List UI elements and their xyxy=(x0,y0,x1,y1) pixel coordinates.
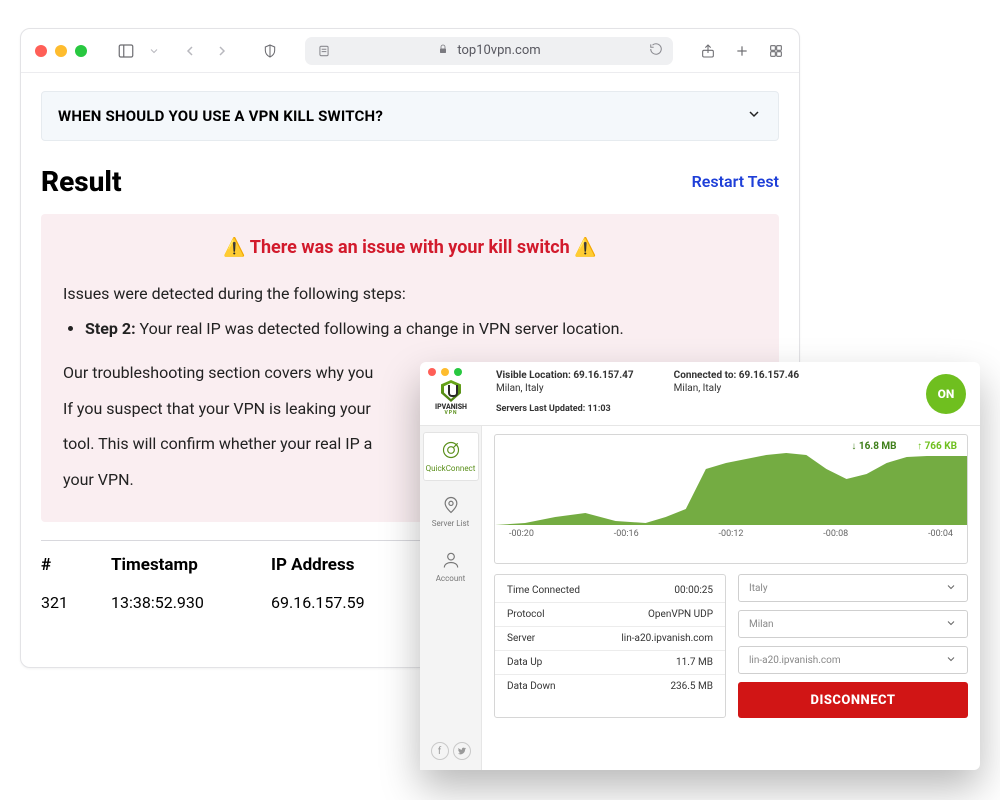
maximize-window-button[interactable] xyxy=(75,45,87,57)
sidebar-toggle-icon[interactable] xyxy=(117,42,135,60)
sidebar-item-account[interactable]: Account xyxy=(423,542,479,591)
safari-toolbar: top10vpn.com xyxy=(21,29,799,73)
chevron-down-icon xyxy=(945,581,957,596)
connected-to-label: Connected to: 69.16.157.46 xyxy=(674,370,799,381)
forward-button[interactable] xyxy=(213,42,231,60)
connected-to-city: Milan, Italy xyxy=(674,383,799,394)
back-button[interactable] xyxy=(181,42,199,60)
sidebar-item-label: Account xyxy=(436,574,466,583)
sidebar-item-label: Server List xyxy=(432,519,470,528)
country-select[interactable]: Italy xyxy=(738,574,968,602)
result-heading: Result xyxy=(41,165,122,198)
stats-row: Data Up11.7 MB xyxy=(495,650,725,674)
social-links: f xyxy=(431,742,471,770)
tab-group-chevron-icon[interactable] xyxy=(145,42,163,60)
sidebar-item-quickconnect[interactable]: QuickConnect xyxy=(423,432,479,481)
alert-issue-item: Step 2: Your real IP was detected follow… xyxy=(85,316,757,342)
visible-location-label: Visible Location: 69.16.157.47 xyxy=(496,370,634,381)
reader-mode-icon[interactable] xyxy=(315,42,333,60)
app-maximize-button[interactable] xyxy=(454,368,462,376)
stats-row: Data Down236.5 MB xyxy=(495,674,725,698)
lock-icon xyxy=(437,43,449,59)
restart-test-link[interactable]: Restart Test xyxy=(692,172,779,191)
connection-stats: Time Connected00:00:25 ProtocolOpenVPN U… xyxy=(494,574,726,718)
share-icon[interactable] xyxy=(699,42,717,60)
privacy-shield-icon[interactable] xyxy=(261,42,279,60)
server-select[interactable]: lin-a20.ipvanish.com xyxy=(738,646,968,674)
tab-overview-icon[interactable] xyxy=(767,42,785,60)
visible-location-city: Milan, Italy xyxy=(496,383,634,394)
chevron-down-icon xyxy=(945,617,957,632)
brand-logo: IPVANISH VPN xyxy=(435,380,467,416)
app-window-controls xyxy=(420,368,462,376)
throughput-chart: ↓ 16.8 MB ↑ 766 KB -00:20 -00:16 -00:12 … xyxy=(494,434,968,564)
alert-issues-intro: Issues were detected during the followin… xyxy=(63,281,757,307)
chevron-down-icon xyxy=(746,106,762,126)
sidebar-item-label: QuickConnect xyxy=(426,464,476,473)
window-controls xyxy=(35,45,87,57)
cell-timestamp: 13:38:52.930 xyxy=(111,593,271,612)
ipvanish-window: IPVANISH VPN Visible Location: 69.16.157… xyxy=(420,362,980,770)
connection-status-badge[interactable]: ON xyxy=(926,374,966,414)
url-host: top10vpn.com xyxy=(457,43,540,58)
servers-updated: Servers Last Updated: 11:03 xyxy=(496,404,634,414)
app-main: ↓ 16.8 MB ↑ 766 KB -00:20 -00:16 -00:12 … xyxy=(482,426,980,770)
area-chart-svg xyxy=(495,441,967,525)
new-tab-icon[interactable] xyxy=(733,42,751,60)
close-window-button[interactable] xyxy=(35,45,47,57)
city-select[interactable]: Milan xyxy=(738,610,968,638)
disconnect-button[interactable]: DISCONNECT xyxy=(738,682,968,718)
alert-title: ⚠️ There was an issue with your kill swi… xyxy=(63,234,757,263)
chart-x-ticks: -00:20 -00:16 -00:12 -00:08 -00:04 xyxy=(495,525,967,539)
cell-number: 321 xyxy=(41,593,111,612)
pin-icon xyxy=(441,495,461,515)
user-icon xyxy=(441,550,461,570)
app-close-button[interactable] xyxy=(428,368,436,376)
twitter-icon[interactable] xyxy=(453,742,471,760)
shield-icon xyxy=(441,380,461,402)
sidebar-item-serverlist[interactable]: Server List xyxy=(423,487,479,536)
reload-icon[interactable] xyxy=(649,42,663,60)
rate-labels: ↓ 16.8 MB ↑ 766 KB xyxy=(851,441,957,452)
target-icon xyxy=(441,440,461,460)
accordion-title: WHEN SHOULD YOU USE A VPN KILL SWITCH? xyxy=(58,107,383,125)
app-minimize-button[interactable] xyxy=(441,368,449,376)
facebook-icon[interactable]: f xyxy=(431,742,449,760)
accordion-kill-switch[interactable]: WHEN SHOULD YOU USE A VPN KILL SWITCH? xyxy=(41,91,779,141)
stats-row: Time Connected00:00:25 xyxy=(495,579,725,602)
app-header: IPVANISH VPN Visible Location: 69.16.157… xyxy=(420,362,980,426)
chevron-down-icon xyxy=(945,653,957,668)
app-sidebar: QuickConnect Server List Account f xyxy=(420,426,482,770)
address-bar[interactable]: top10vpn.com xyxy=(305,37,673,65)
col-header-number: # xyxy=(41,555,111,575)
col-header-timestamp: Timestamp xyxy=(111,555,271,575)
stats-row: Serverlin-a20.ipvanish.com xyxy=(495,626,725,650)
stats-row: ProtocolOpenVPN UDP xyxy=(495,602,725,626)
minimize-window-button[interactable] xyxy=(55,45,67,57)
